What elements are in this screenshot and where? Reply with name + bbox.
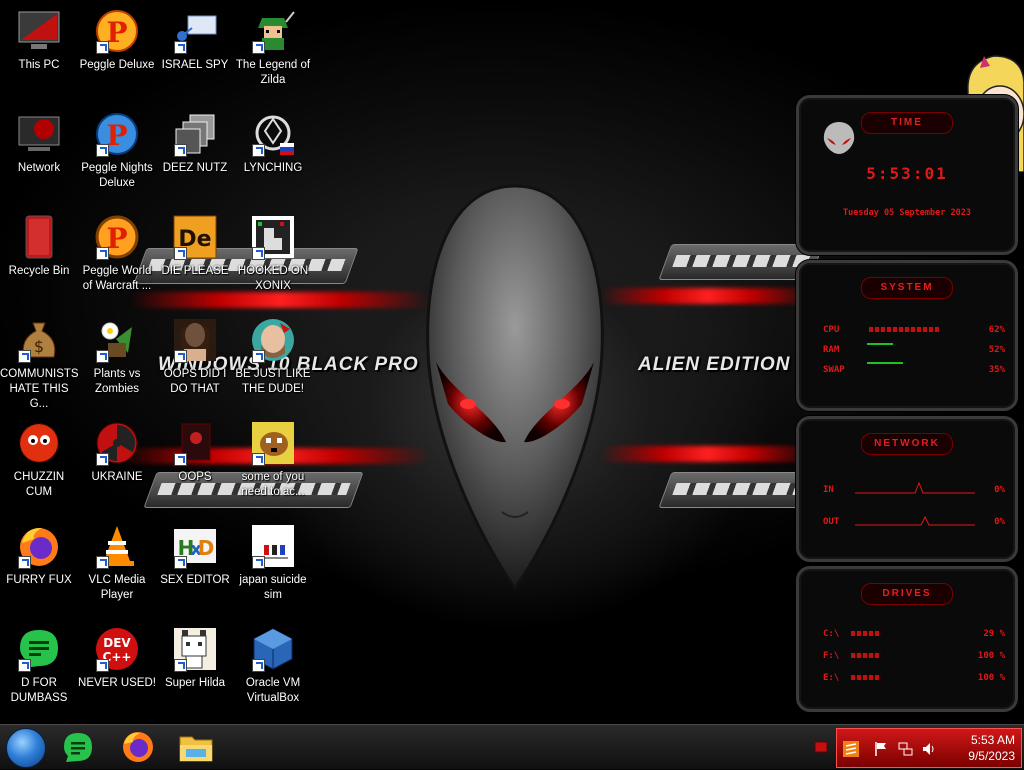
network-icon — [18, 116, 60, 151]
swap-value: 35% — [988, 365, 1005, 375]
wallpaper-red-band — [130, 292, 430, 308]
svg-text:$: $ — [34, 337, 44, 356]
drive-c-value: 29 % — [983, 629, 1005, 639]
volume-icon[interactable] — [921, 741, 937, 757]
drive-f-bar — [851, 653, 881, 658]
taskbar-chat-app[interactable] — [58, 729, 98, 765]
drive-c-bar — [851, 631, 881, 636]
desktop-icon-peggle-wow[interactable]: P Peggle World of Warcraft ... — [78, 214, 156, 294]
alien-logo-icon — [823, 122, 855, 154]
desktop: WINDOWS 10 BLACK PRO ALIEN EDITION 20 Th… — [0, 0, 1024, 724]
desktop-icon-plants-vs-zombies[interactable]: Plants vs Zombies — [78, 317, 156, 397]
desktop-icon-legend-of-zilda[interactable]: The Legend of Zilda — [234, 8, 312, 88]
network-out-label: OUT — [823, 517, 840, 527]
chat-app-icon — [64, 733, 92, 762]
clock-time: 5:53 AM — [970, 733, 1015, 747]
network-out-graph — [855, 515, 975, 526]
system-widget[interactable]: SYSTEM CPU 62% RAM 52% SWAP 35% — [796, 260, 1018, 411]
system-tray: 5:53 AM 9/5/2023 — [836, 728, 1022, 768]
desktop-icon-super-hilda[interactable]: Super Hilda — [156, 626, 234, 691]
swap-label: SWAP — [823, 365, 845, 375]
system-widget-title: SYSTEM — [861, 277, 953, 299]
start-orb[interactable] — [6, 728, 46, 768]
firefox-icon — [123, 732, 153, 762]
time-widget-clock: 5:53:01 — [866, 164, 948, 183]
svg-text:P: P — [106, 222, 127, 255]
desktop-icon-oops-did-i[interactable]: OOPS DID I DO THAT — [156, 317, 234, 397]
alien-head-logo — [426, 184, 604, 591]
network-tray-icon[interactable] — [897, 741, 913, 757]
svg-text:P: P — [106, 16, 127, 49]
desktop-icon-oops[interactable]: OOPS — [156, 420, 234, 485]
drives-widget[interactable]: DRIVES C:\ 29 % F:\ 100 % E:\ 100 % — [796, 566, 1018, 712]
desktop-icon-recycle-bin[interactable]: Recycle Bin — [0, 214, 78, 279]
drive-f-value: 100 % — [977, 651, 1005, 661]
this-pc-icon — [18, 11, 60, 49]
chuzzle-icon — [19, 423, 59, 463]
drives-widget-title: DRIVES — [861, 583, 953, 605]
network-widget-title: NETWORK — [861, 433, 953, 455]
time-widget[interactable]: TIME 5:53:01 Tuesday 05 September 2023 — [796, 95, 1018, 255]
file-explorer-icon — [179, 736, 213, 762]
desktop-icon-lynching[interactable]: LYNCHING — [234, 111, 312, 176]
network-in-graph — [855, 481, 975, 494]
svg-text:DEV: DEV — [103, 636, 131, 650]
wallpaper-red-band — [600, 446, 815, 462]
wallpaper-text-right: ALIEN EDITION 20 — [638, 354, 820, 375]
ram-bar — [867, 343, 893, 345]
time-widget-title: TIME — [861, 112, 953, 134]
sublime-tray-icon[interactable] — [843, 741, 859, 757]
network-in-value: 0% — [994, 485, 1005, 495]
flag-icon[interactable] — [873, 741, 889, 757]
desktop-icon-d-for-dumbass[interactable]: D FOR DUMBASS — [0, 626, 78, 706]
desktop-icon-sex-editor[interactable]: HxD SEX EDITOR — [156, 523, 234, 588]
ram-value: 52% — [988, 345, 1005, 355]
tray-overflow-icon[interactable] — [814, 741, 828, 753]
desktop-icon-never-used[interactable]: DEV C++ NEVER USED! — [78, 626, 156, 691]
desktop-icon-be-just-like-dude[interactable]: BE JUST LIKE THE DUDE! — [234, 317, 312, 397]
swap-bar — [867, 362, 903, 364]
desktop-icon-peggle-nights[interactable]: P Peggle Nights Deluxe — [78, 111, 156, 191]
desktop-icon-chuzzin[interactable]: CHUZZIN CUM — [0, 420, 78, 500]
desktop-icon-ukraine[interactable]: UKRAINE — [78, 420, 156, 485]
desktop-icon-furry-fux[interactable]: FURRY FUX — [0, 523, 78, 588]
cpu-value: 62% — [988, 325, 1005, 335]
time-widget-date: Tuesday 05 September 2023 — [843, 208, 971, 218]
desktop-icon-vlc[interactable]: VLC Media Player — [78, 523, 156, 603]
desktop-icon-this-pc[interactable]: This PC — [0, 8, 78, 73]
cpu-label: CPU — [823, 325, 840, 335]
svg-text:P: P — [106, 119, 127, 152]
drive-e-value: 100 % — [977, 673, 1005, 683]
desktop-icon-network[interactable]: Network — [0, 111, 78, 176]
desktop-icon-die-please[interactable]: De DIE PLEASE — [156, 214, 234, 279]
ram-label: RAM — [823, 345, 840, 355]
svg-text:D: D — [198, 536, 215, 560]
desktop-icon-peggle-deluxe[interactable]: P Peggle Deluxe — [78, 8, 156, 73]
drive-c-label: C:\ — [823, 629, 840, 639]
network-widget[interactable]: NETWORK IN 0% OUT 0% — [796, 416, 1018, 562]
desktop-icon-israel-spy[interactable]: ISRAEL SPY — [156, 8, 234, 73]
desktop-icon-some-of-you[interactable]: some of you need to ac... — [234, 420, 312, 500]
wallpaper-red-band — [600, 288, 815, 304]
desktop-icon-japan-suicide-sim[interactable]: japan suicide sim — [234, 523, 312, 603]
taskbar-file-explorer[interactable] — [176, 729, 216, 765]
clock-date: 9/5/2023 — [968, 749, 1015, 763]
desktop-icon-virtualbox[interactable]: Oracle VM VirtualBox — [234, 626, 312, 706]
cpu-bar — [869, 327, 939, 332]
drive-f-label: F:\ — [823, 651, 840, 661]
network-out-value: 0% — [994, 517, 1005, 527]
desktop-icon-deez-nutz[interactable]: DEEZ NUTZ — [156, 111, 234, 176]
taskbar-clock[interactable]: 5:53 AM 9/5/2023 — [968, 732, 1015, 764]
recycle-bin-icon — [25, 215, 53, 259]
taskbar: 5:53 AM 9/5/2023 — [0, 724, 1024, 769]
drive-e-label: E:\ — [823, 673, 840, 683]
network-in-label: IN — [823, 485, 834, 495]
desktop-icon-communists[interactable]: $ COMMUNISTS HATE THIS G... — [0, 317, 79, 412]
taskbar-firefox[interactable] — [118, 729, 158, 765]
desktop-icon-hooked-on-xonix[interactable]: HOOKED ON XONIX — [234, 214, 312, 294]
drive-e-bar — [851, 675, 881, 680]
